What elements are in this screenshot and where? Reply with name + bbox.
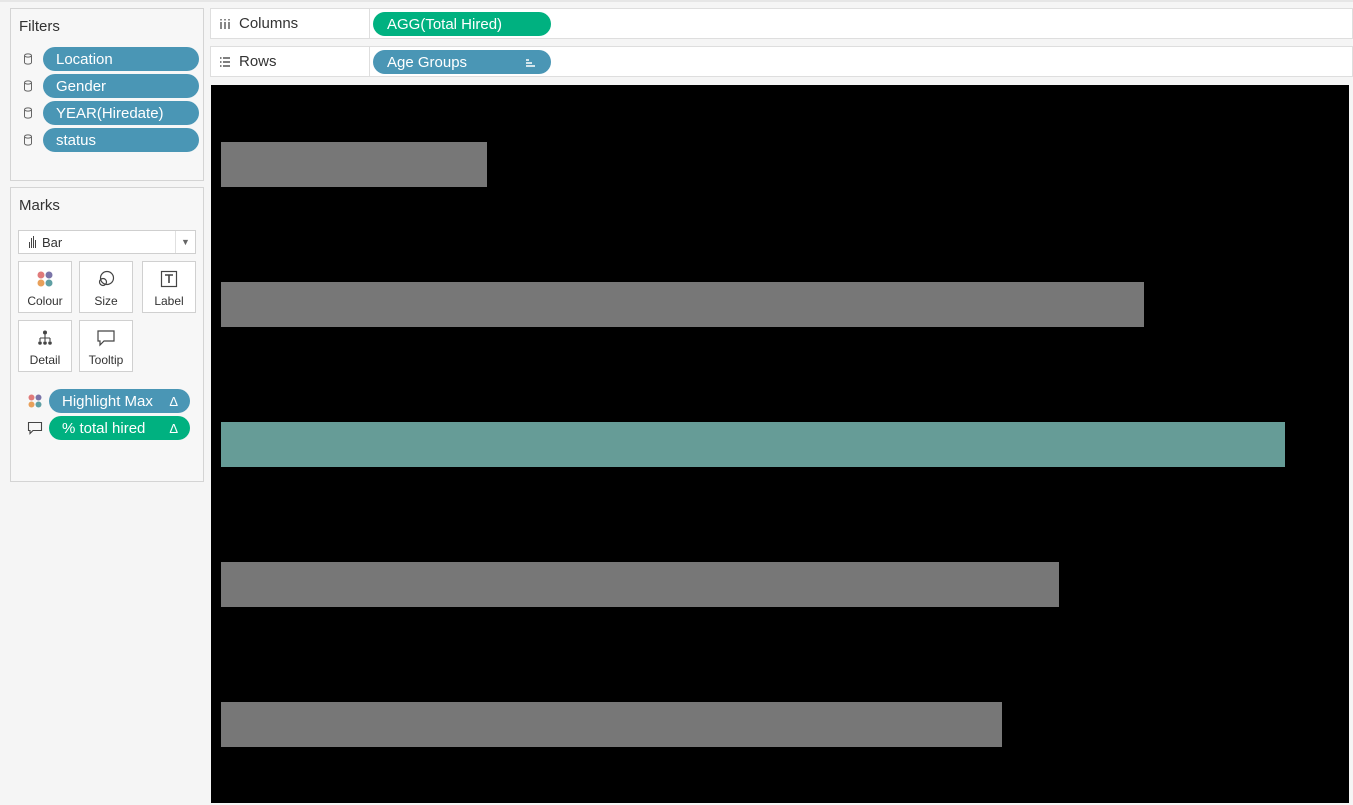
window-top-border: [0, 0, 1353, 2]
chevron-down-icon[interactable]: ▼: [175, 231, 195, 253]
colour-dots-icon: [27, 393, 43, 409]
filters-panel: Filters Location Gender YEAR(Hiredate) s…: [10, 8, 204, 181]
filters-title: Filters: [19, 18, 60, 35]
columns-shelf-label: Columns: [211, 9, 370, 38]
database-icon: [23, 80, 33, 92]
mark-type-dropdown[interactable]: Bar ▼: [18, 230, 196, 254]
bar[interactable]: [221, 702, 1002, 747]
detail-label: Detail: [29, 353, 61, 367]
columns-icon: [219, 18, 231, 30]
size-button[interactable]: Size: [79, 261, 133, 313]
tooltip-label: Tooltip: [88, 353, 124, 367]
label-button[interactable]: Label: [142, 261, 196, 313]
database-icon: [23, 53, 33, 65]
colour-dots-icon: [35, 270, 55, 291]
marks-title: Marks: [19, 197, 60, 214]
filter-pill[interactable]: YEAR(Hiredate): [43, 101, 199, 125]
bar[interactable]: [221, 562, 1059, 607]
detail-button[interactable]: Detail: [18, 320, 72, 372]
filter-gender[interactable]: Gender: [23, 74, 199, 98]
text-label-icon: [160, 270, 178, 291]
columns-pill[interactable]: AGG(Total Hired): [373, 12, 551, 36]
chart-canvas[interactable]: [211, 85, 1349, 803]
sort-descending-icon[interactable]: [525, 56, 537, 73]
delta-icon: Δ: [169, 393, 178, 409]
speech-bubble-icon: [27, 420, 43, 436]
rows-pill-label: Age Groups: [387, 53, 468, 71]
encoding-total-hired[interactable]: % total hired Δ: [27, 416, 190, 440]
tooltip-button[interactable]: Tooltip: [79, 320, 133, 372]
filter-location[interactable]: Location: [23, 47, 199, 71]
rows-icon: [219, 56, 231, 68]
bar-chart: [221, 142, 1285, 747]
colour-label: Colour: [27, 294, 63, 308]
delta-icon: Δ: [169, 420, 178, 436]
columns-shelf[interactable]: Columns AGG(Total Hired): [210, 8, 1353, 39]
filter-status[interactable]: status: [23, 128, 199, 152]
total-hired-label: % total hired: [62, 419, 146, 437]
filter-pill[interactable]: Gender: [43, 74, 199, 98]
rows-shelf-label: Rows: [211, 47, 370, 76]
database-icon: [23, 107, 33, 119]
speech-bubble-icon: [96, 329, 116, 350]
rows-label: Rows: [239, 53, 277, 70]
encoding-highlight-max[interactable]: Highlight Max Δ: [27, 389, 190, 413]
bar[interactable]: [221, 142, 487, 187]
bar-chart-icon: [29, 236, 36, 248]
size-circles-icon: [96, 270, 116, 291]
database-icon: [23, 134, 33, 146]
mark-type-label: Bar: [42, 234, 63, 250]
highlight-max-label: Highlight Max: [62, 392, 153, 410]
total-hired-pill[interactable]: % total hired Δ: [49, 416, 190, 440]
rows-pill[interactable]: Age Groups: [373, 50, 551, 74]
hierarchy-icon: [36, 329, 54, 350]
bar-highlighted[interactable]: [221, 422, 1285, 467]
filter-pill[interactable]: status: [43, 128, 199, 152]
marks-panel: Marks Bar ▼ Colour Size Label Detail Too…: [10, 187, 204, 482]
columns-label: Columns: [239, 15, 299, 32]
colour-button[interactable]: Colour: [18, 261, 72, 313]
filter-pill[interactable]: Location: [43, 47, 199, 71]
highlight-max-pill[interactable]: Highlight Max Δ: [49, 389, 190, 413]
filter-year-hiredate[interactable]: YEAR(Hiredate): [23, 101, 199, 125]
label-label: Label: [154, 294, 184, 308]
size-label: Size: [94, 294, 118, 308]
rows-shelf[interactable]: Rows Age Groups: [210, 46, 1353, 77]
bar[interactable]: [221, 282, 1144, 327]
